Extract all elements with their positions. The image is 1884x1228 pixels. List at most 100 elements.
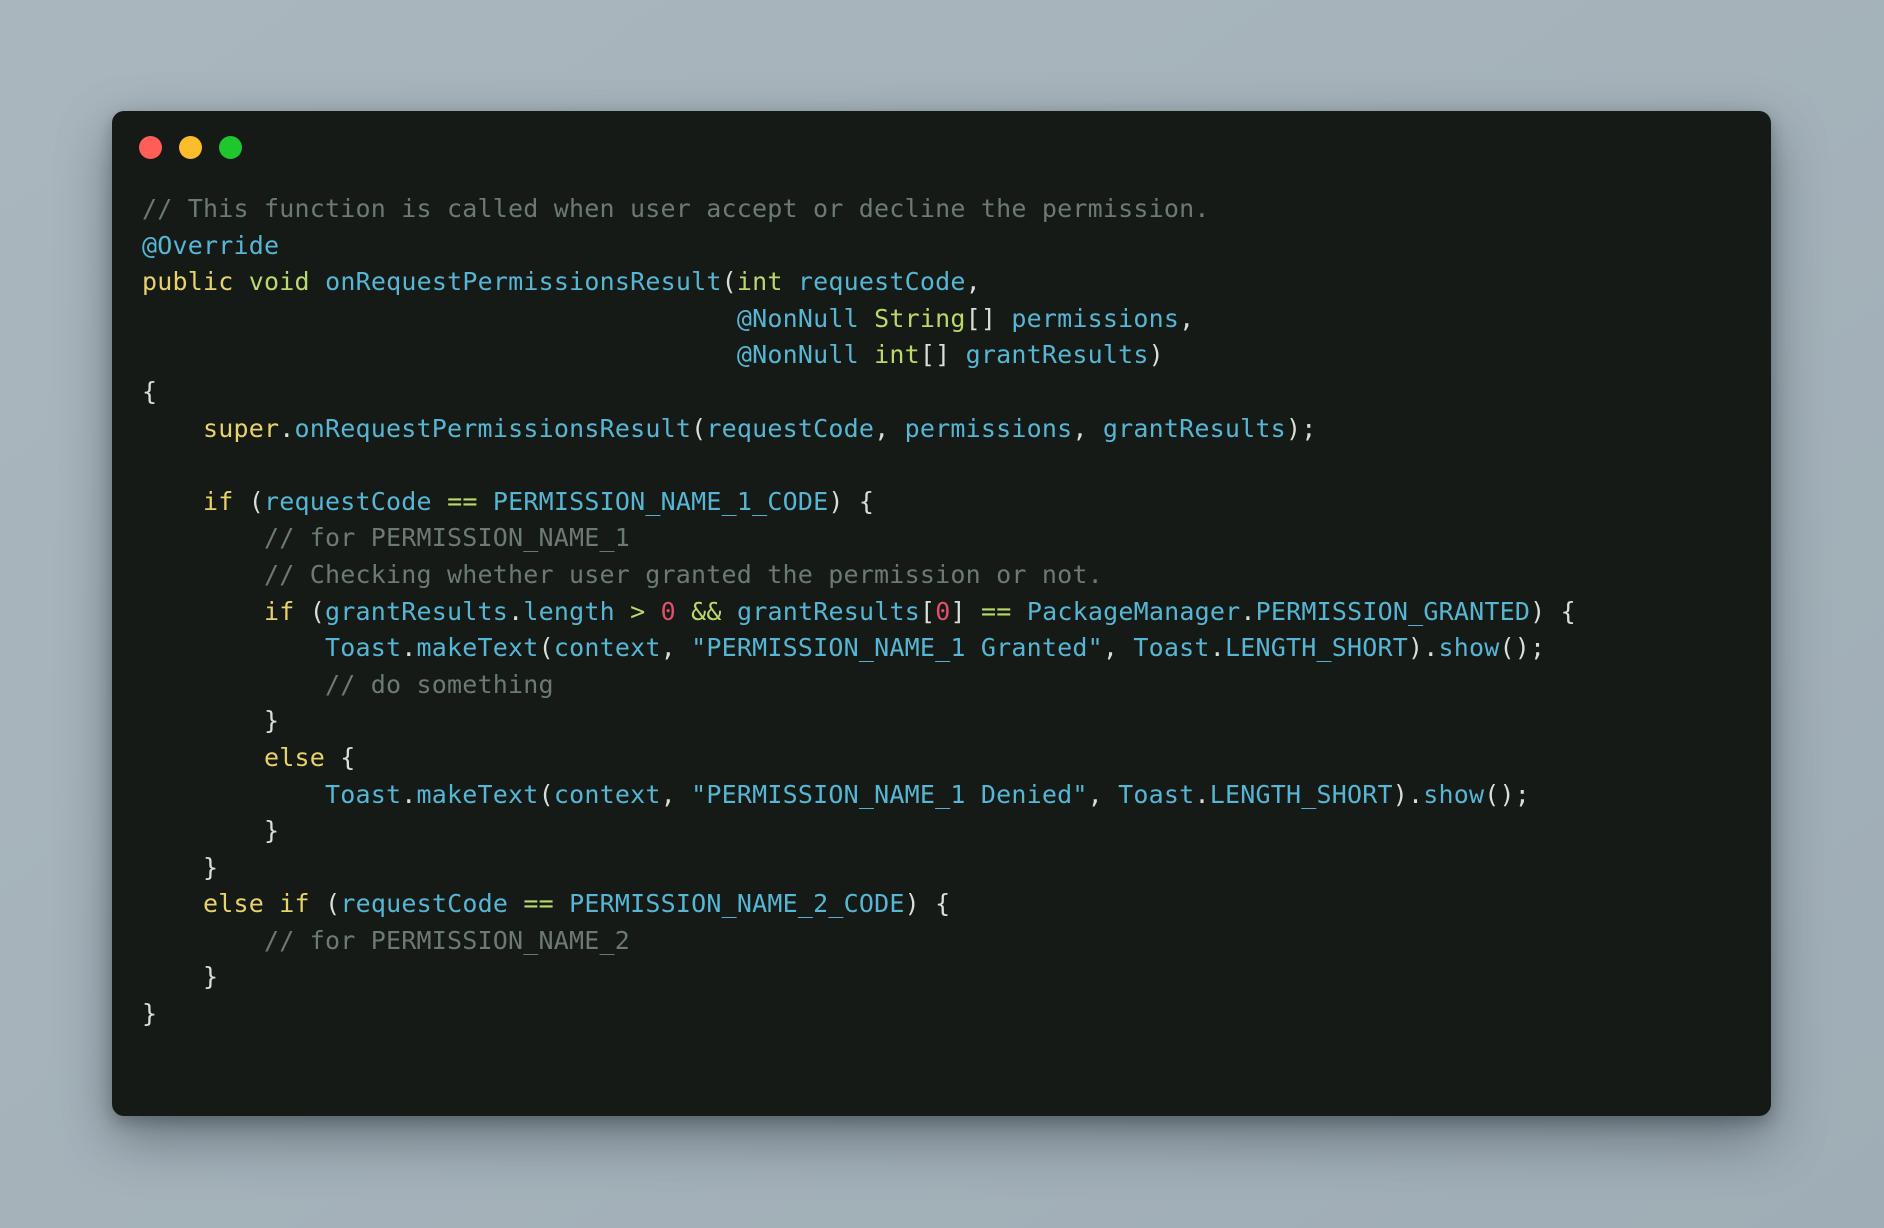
code-token: grantResults [1102, 413, 1286, 443]
code-token: LENGTH_SHORT [1209, 779, 1393, 809]
code-token: // for PERMISSION_NAME_1 [142, 523, 631, 553]
code-token: , [1072, 413, 1103, 443]
code-token: grantResults [965, 340, 1149, 370]
code-token: . [279, 413, 295, 443]
code-token: onRequestPermissionsResult [294, 413, 692, 443]
code-token: . [1240, 596, 1256, 626]
code-token: , [965, 267, 981, 297]
code-token: // Checking whether user granted the per… [142, 559, 1103, 589]
code-token: . [508, 596, 524, 626]
window-titlebar [112, 111, 1771, 183]
code-token: "PERMISSION_NAME_1 Granted" [691, 633, 1103, 663]
code-token: makeText [416, 779, 539, 809]
code-token: == [981, 596, 1012, 626]
code-token: . [1209, 633, 1225, 663]
code-token: // This function is called when user acc… [142, 194, 1210, 223]
code-token: ) [1407, 633, 1424, 663]
code-token: Toast [325, 779, 402, 809]
code-token: , [660, 779, 692, 809]
code-token: context [553, 779, 661, 809]
code-token: onRequestPermissionsResult [325, 267, 722, 297]
code-token: public [142, 267, 234, 297]
code-token: if [264, 596, 295, 626]
code-token: if [203, 486, 234, 516]
maximize-button[interactable] [219, 135, 242, 159]
code-token: == [447, 486, 478, 516]
source-code[interactable]: // This function is called when user acc… [142, 191, 1741, 1033]
code-token: show [1423, 779, 1485, 809]
code-token: grantResults [736, 596, 920, 626]
code-token: int [874, 340, 920, 370]
code-token: ] [950, 596, 966, 626]
code-token: . [401, 633, 417, 663]
code-token: , [874, 413, 905, 443]
code-token: requestCode [340, 889, 509, 919]
code-token: 0 [935, 596, 951, 626]
code-token: requestCode [797, 267, 966, 297]
code-token: (); [1499, 633, 1546, 663]
code-token: show [1438, 633, 1500, 663]
code-token: ) { [904, 889, 951, 919]
code-token: } [142, 706, 280, 736]
code-token: , [1087, 779, 1119, 809]
minimize-button[interactable] [179, 135, 202, 159]
code-token: // for PERMISSION_NAME_2 [142, 925, 631, 955]
code-token: , [1179, 303, 1195, 333]
code-token: , [660, 633, 692, 663]
code-token: "PERMISSION_NAME_1 Denied" [691, 779, 1088, 809]
code-token: 0 [660, 596, 676, 626]
code-token: [ [919, 596, 936, 626]
code-token: Toast [1133, 633, 1210, 663]
code-token: PERMISSION_GRANTED [1255, 596, 1531, 626]
code-token: makeText [416, 633, 539, 663]
code-token: String [874, 303, 966, 333]
code-token: context [553, 633, 661, 663]
code-token: PERMISSION_NAME_1_CODE [492, 486, 829, 516]
code-token: ) [1148, 340, 1164, 370]
code-token: . [1423, 633, 1439, 663]
code-token: // do something [142, 669, 554, 699]
code-token: else [203, 889, 265, 919]
close-button[interactable] [139, 135, 162, 159]
code-token: ) { [1530, 596, 1576, 626]
code-token: ( [691, 413, 707, 443]
code-token: Toast [1118, 779, 1195, 809]
code-token: } [142, 999, 158, 1029]
code-token: ( [721, 267, 737, 297]
code-token: PERMISSION_NAME_2_CODE [569, 889, 905, 919]
code-token: ) { [828, 486, 875, 516]
code-token: (); [1484, 779, 1531, 809]
code-token: > [630, 596, 646, 626]
code-token: [] [919, 340, 951, 370]
code-token: PackageManager [1026, 596, 1241, 626]
code-area[interactable]: // This function is called when user acc… [112, 183, 1771, 1116]
code-token: { [142, 376, 158, 406]
code-token: @NonNull [736, 303, 859, 333]
code-token: ); [1285, 413, 1317, 443]
code-token: { [325, 742, 356, 772]
code-token: ( [538, 633, 554, 663]
code-token: [] [965, 303, 997, 333]
code-token: Toast [325, 633, 402, 663]
